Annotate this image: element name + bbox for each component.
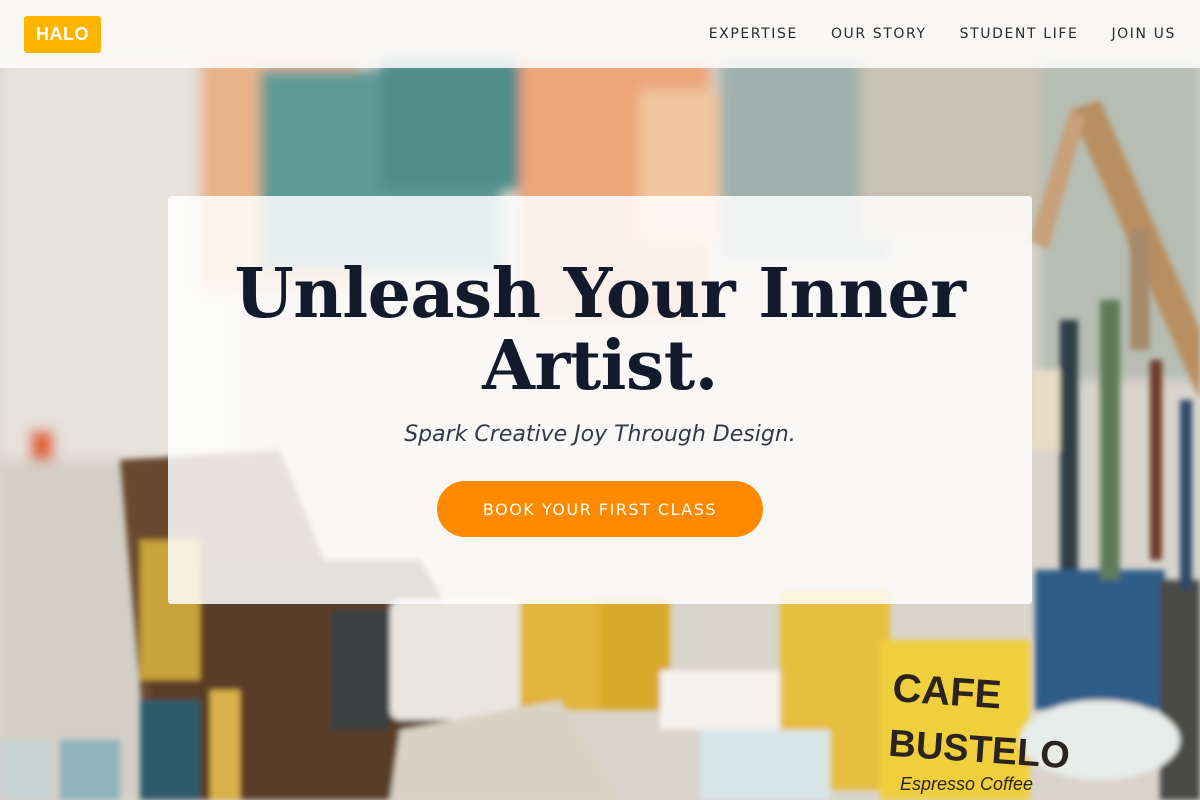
nav-our-story[interactable]: OUR STORY xyxy=(831,26,927,42)
hero-title-line-1: Unleash Your Inner xyxy=(234,254,967,334)
hero-title-line-2: Artist. xyxy=(482,326,718,406)
nav-expertise[interactable]: EXPERTISE xyxy=(709,26,798,42)
hero-card: Unleash Your Inner Artist. Spark Creativ… xyxy=(168,196,1032,604)
site-header: HALO EXPERTISE OUR STORY STUDENT LIFE JO… xyxy=(0,0,1200,68)
hero-subtitle: Spark Creative Joy Through Design. xyxy=(404,422,796,447)
halo-logo[interactable]: HALO xyxy=(24,15,101,53)
svg-text:CAFE: CAFE xyxy=(891,666,1003,717)
main-nav: EXPERTISE OUR STORY STUDENT LIFE JOIN US xyxy=(709,26,1176,42)
svg-text:Espresso Coffee: Espresso Coffee xyxy=(900,774,1033,794)
hero-title: Unleash Your Inner Artist. xyxy=(235,258,967,402)
book-first-class-button[interactable]: BOOK YOUR FIRST CLASS xyxy=(437,481,763,537)
nav-student-life[interactable]: STUDENT LIFE xyxy=(960,26,1079,42)
nav-join-us[interactable]: JOIN US xyxy=(1111,26,1176,42)
